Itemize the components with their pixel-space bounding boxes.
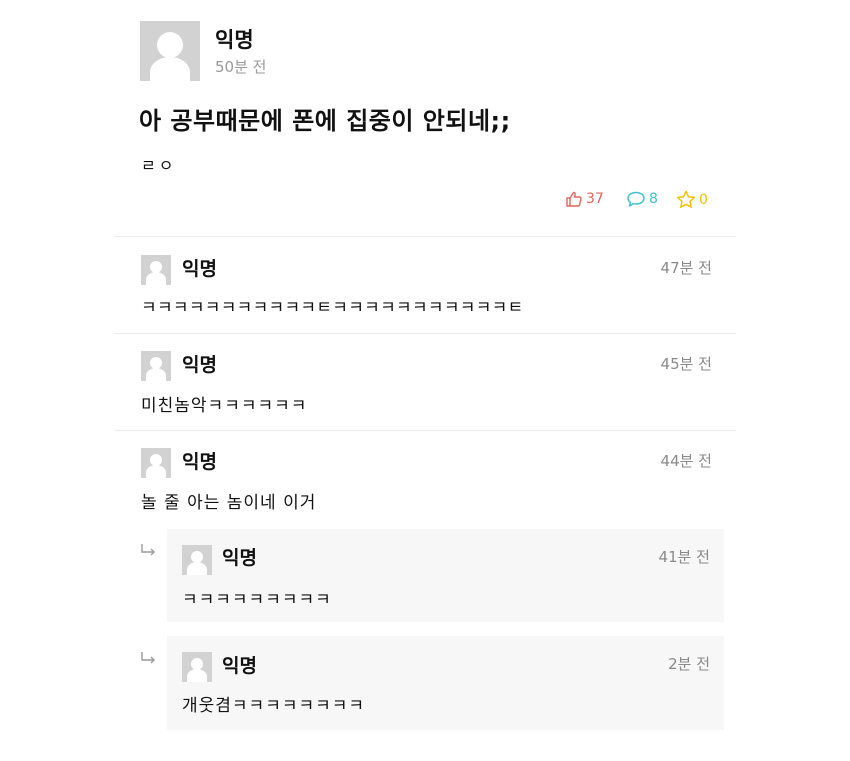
divider: [114, 430, 736, 431]
reply-item: 익명 2분 전 개웃겸ㅋㅋㅋㅋㅋㅋㅋㅋ: [167, 636, 724, 730]
comment-count: 8: [649, 191, 658, 207]
thumbs-up-icon: [566, 191, 582, 207]
comment-text: ㅋㅋㅋㅋㅋㅋㅋㅋㅋㅋㅋㅌㅋㅋㅋㅋㅋㅋㅋㅋㅋㅋㅋㅌ: [141, 298, 524, 318]
comment-avatar: [141, 448, 171, 478]
divider: [114, 236, 736, 237]
comment-avatar: [141, 351, 171, 381]
comment-text: 미친놈악ㅋㅋㅋㅋㅋㅋ: [141, 396, 308, 416]
comment-author: 익명: [182, 354, 217, 376]
post-title: 아 공부때문에 폰에 집중이 안되네;;: [139, 107, 511, 135]
reply-avatar: [182, 545, 212, 575]
speech-bubble-icon: [627, 191, 645, 207]
post-author-name: 익명: [215, 28, 254, 52]
post-timestamp: 50분 전: [215, 58, 267, 76]
reply-item: 익명 41분 전 ㅋㅋㅋㅋㅋㅋㅋㅋㅋ: [167, 529, 724, 622]
reply-author: 익명: [222, 655, 257, 677]
divider: [114, 333, 736, 334]
reply-text: ㅋㅋㅋㅋㅋㅋㅋㅋㅋ: [182, 590, 332, 610]
comment-timestamp: 44분 전: [660, 452, 712, 470]
scrap-button[interactable]: 0: [676, 190, 708, 209]
reply-timestamp: 41분 전: [658, 548, 710, 566]
star-icon: [676, 190, 696, 208]
comment-avatar: [141, 255, 171, 285]
like-button[interactable]: 37: [565, 190, 604, 208]
comment-author: 익명: [182, 451, 217, 473]
reply-text: 개웃겸ㅋㅋㅋㅋㅋㅋㅋㅋ: [182, 696, 366, 716]
comment-timestamp: 45분 전: [660, 355, 712, 373]
scrap-count: 0: [699, 191, 708, 208]
reply-timestamp: 2분 전: [668, 655, 710, 673]
post-author-avatar: [140, 21, 200, 81]
post-body: ㄹㅇ: [141, 156, 177, 175]
like-count: 37: [586, 191, 604, 207]
comment-text: 놀 줄 아는 놈이네 이거: [141, 493, 317, 513]
reply-author: 익명: [222, 547, 257, 569]
reply-avatar: [182, 652, 212, 682]
comment-author: 익명: [182, 258, 217, 280]
reply-arrow-icon: [141, 544, 155, 556]
comment-timestamp: 47분 전: [660, 259, 712, 277]
reply-arrow-icon: [141, 652, 155, 664]
comment-count-button[interactable]: 8: [626, 190, 658, 208]
